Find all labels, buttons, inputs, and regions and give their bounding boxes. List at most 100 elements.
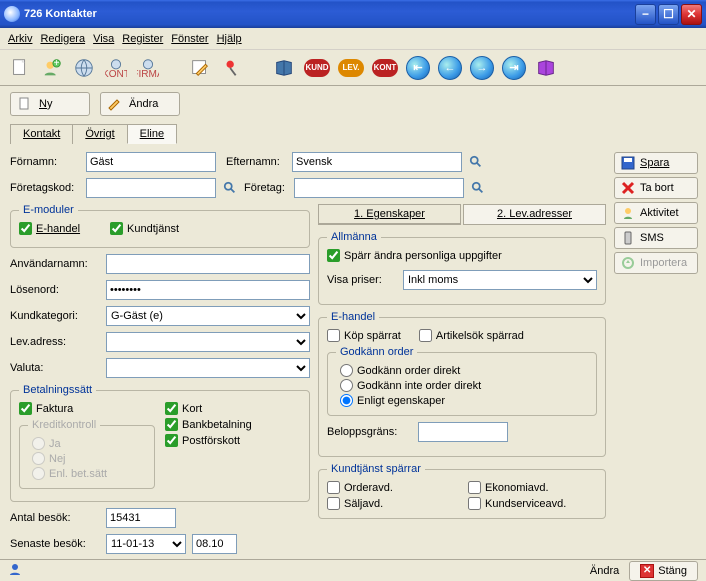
new-doc-icon [17,96,33,112]
senaste-date-select[interactable]: 11-01-13 [106,534,186,554]
foretag-input[interactable] [294,178,464,198]
search-name-icon[interactable] [468,154,484,170]
search-kod-icon[interactable] [222,180,238,196]
kundtjanst-sparrar-group: Kundtjänst spärrar Orderavd. Ekonomiavd.… [318,463,606,519]
book2-icon[interactable] [534,56,558,80]
betalningssatt-group: Betalningssätt Faktura Kreditkontroll Ja… [10,384,310,502]
losenord-label: Lösenord: [10,284,100,296]
orderavd-checkbox[interactable]: Orderavd. [327,481,456,494]
faktura-checkbox[interactable]: Faktura [19,402,155,415]
menubar: Arkiv Redigera Visa Register Fönster Hjä… [0,28,706,50]
toolbar: + KONT FIRMA KUND LEV. KONT ⇤ ← → ⇥ [0,50,706,86]
nav-prev-icon[interactable]: ← [438,56,462,80]
pin-icon[interactable] [220,56,244,80]
kredit-enl-radio: Enl. bet.sätt [32,467,146,480]
tab-kontakt[interactable]: Kontakt [10,124,73,144]
levadress-select[interactable] [106,332,310,352]
tab-levadresser[interactable]: 2. Lev.adresser [463,204,606,225]
tab-eline[interactable]: Eline [127,124,177,144]
menu-fonster[interactable]: Fönster [171,33,208,45]
fornamn-input[interactable] [86,152,216,172]
kort-checkbox[interactable]: Kort [165,402,301,415]
save-icon [621,156,635,170]
app-icon [4,6,20,22]
titlebar: 726 Kontakter − ☐ ✕ [0,0,706,28]
minimize-button[interactable]: − [635,4,656,25]
foretagskod-input[interactable] [86,178,216,198]
kreditkontroll-legend: Kreditkontroll [28,419,100,431]
nav-first-icon[interactable]: ⇤ [406,56,430,80]
close-window-button[interactable]: ✕ [681,4,702,25]
valuta-select[interactable] [106,358,310,378]
nav-last-icon[interactable]: ⇥ [502,56,526,80]
menu-register[interactable]: Register [122,33,163,45]
globe-icon[interactable] [72,56,96,80]
antal-input[interactable] [106,508,176,528]
godkann-enligt-radio[interactable]: Enligt egenskaper [340,394,588,407]
saljavd-checkbox[interactable]: Säljavd. [327,497,456,510]
new-doc-icon[interactable] [8,56,32,80]
bank-checkbox[interactable]: Bankbetalning [165,418,301,431]
godkann-direkt-radio[interactable]: Godkänn order direkt [340,364,588,377]
kundkategori-select[interactable]: G-Gäst (e) [106,306,310,326]
kont-icon[interactable]: KONT [104,56,128,80]
godkann-group: Godkänn order Godkänn order direkt Godkä… [327,346,597,416]
ekonomiavd-checkbox[interactable]: Ekonomiavd. [468,481,597,494]
losenord-input[interactable] [106,280,310,300]
edit-icon[interactable] [188,56,212,80]
svg-text:FIRMA: FIRMA [137,69,159,79]
kundservice-checkbox[interactable]: Kundserviceavd. [468,497,597,510]
post-checkbox[interactable]: Postförskott [165,434,301,447]
kopsparrat-checkbox[interactable]: Köp spärrat [327,329,401,342]
importera-button: Importera [614,252,698,274]
tabort-button[interactable]: Ta bort [614,177,698,199]
delete-icon [621,181,635,195]
levadress-label: Lev.adress: [10,336,100,348]
anvandarnamn-input[interactable] [106,254,310,274]
kundtjanst-sparrar-legend: Kundtjänst spärrar [327,463,425,475]
spara-button[interactable]: Spara [614,152,698,174]
kund-oval-icon[interactable]: KUND [304,59,330,77]
maximize-button[interactable]: ☐ [658,4,679,25]
artikelsok-checkbox[interactable]: Artikelsök spärrad [419,329,524,342]
beloppsgrans-input[interactable] [418,422,508,442]
senaste-time-input[interactable] [192,534,237,554]
tab-ovrigt[interactable]: Övrigt [72,124,127,144]
nav-next-icon[interactable]: → [470,56,494,80]
activity-icon [621,206,635,220]
anvandarnamn-label: Användarnamn: [10,258,100,270]
sms-button[interactable]: SMS [614,227,698,249]
beloppsgrans-label: Beloppsgräns: [327,426,412,438]
tab-egenskaper[interactable]: 1. Egenskaper [318,204,461,225]
kundkategori-label: Kundkategori: [10,310,100,322]
kont-oval-icon[interactable]: KONT [372,59,398,77]
kundtjanst-checkbox[interactable]: Kundtjänst [110,222,179,235]
menu-arkiv[interactable]: Arkiv [8,33,32,45]
book-icon[interactable] [272,56,296,80]
aktivitet-button[interactable]: Aktivitet [614,202,698,224]
svg-text:KONT: KONT [105,69,127,79]
svg-text:+: + [54,58,60,69]
efternamn-input[interactable] [292,152,462,172]
new-button[interactable]: Ny [10,92,90,116]
stang-button[interactable]: ✕ Stäng [629,561,698,581]
allmanna-group: Allmänna Spärr ändra personliga uppgifte… [318,231,606,305]
search-foretag-icon[interactable] [470,180,486,196]
menu-visa[interactable]: Visa [93,33,114,45]
godkann-inte-radio[interactable]: Godkänn inte order direkt [340,379,588,392]
sparr-checkbox[interactable]: Spärr ändra personliga uppgifter [327,249,597,262]
action-row: Ny Ändra [0,86,706,122]
ehandel-props-group: E-handel Köp spärrat Artikelsök spärrad … [318,311,606,457]
visapriser-select[interactable]: Inkl moms [403,270,597,290]
menu-redigera[interactable]: Redigera [40,33,85,45]
ehandel-checkbox[interactable]: E-handel [19,222,80,235]
kredit-ja-radio: Ja [32,437,146,450]
close-icon: ✕ [640,564,654,578]
lev-oval-icon[interactable]: LEV. [338,59,364,77]
menu-hjalp[interactable]: Hjälp [217,33,242,45]
new-label: Ny [39,98,52,110]
edit-button[interactable]: Ändra [100,92,180,116]
new-contact-icon[interactable]: + [40,56,64,80]
foretag-label: Företag: [244,182,288,194]
firma-icon[interactable]: FIRMA [136,56,160,80]
